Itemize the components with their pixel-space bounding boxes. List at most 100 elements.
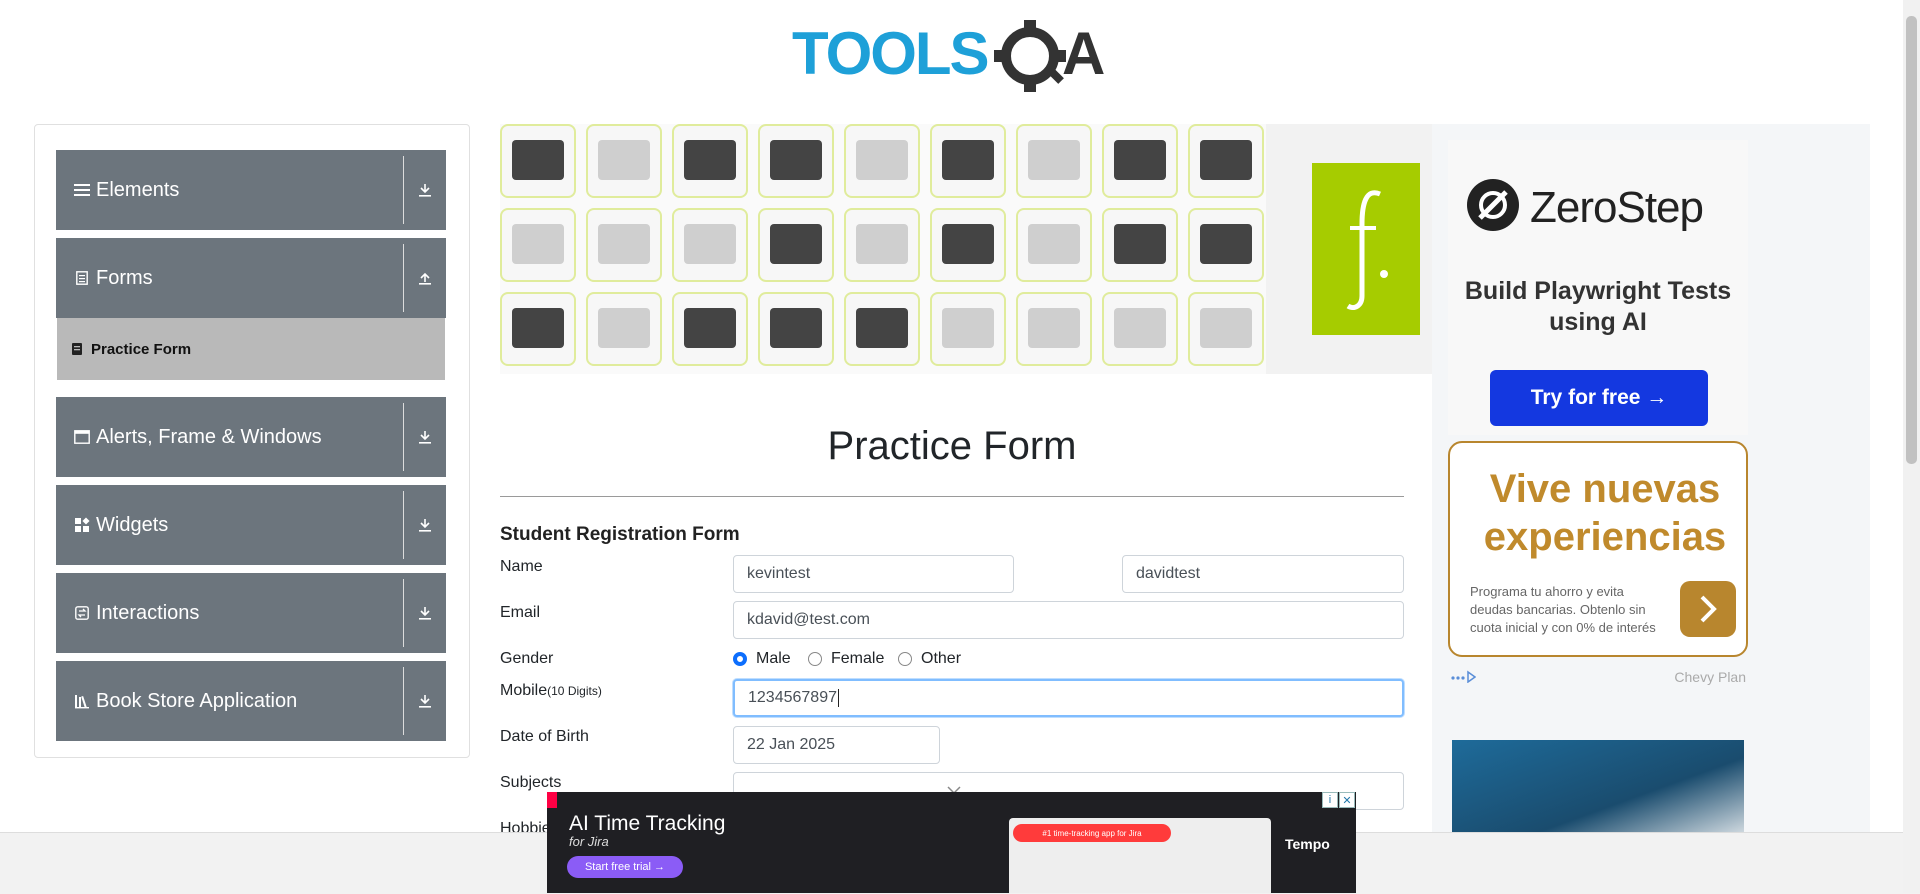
svg-text:A: A [1062, 20, 1105, 87]
try-for-free-button[interactable]: Try for free → [1490, 370, 1708, 426]
appliance-product-grid [500, 124, 1266, 374]
product-tile [758, 292, 834, 366]
gender-radio-male[interactable]: Male [733, 650, 791, 668]
vive-ad-description: Programa tu ahorro y evita deudas bancar… [1470, 584, 1656, 635]
mobile-value: 1234567897 [748, 689, 837, 706]
toolsqa-logo[interactable]: TOOLS A [790, 14, 1120, 94]
divider [403, 403, 404, 471]
product-tile [586, 292, 662, 366]
sidebar-group-label: Widgets [96, 513, 169, 536]
zerostep-logo-icon [1466, 178, 1520, 237]
product-tile [1016, 208, 1092, 282]
download-icon[interactable] [413, 513, 437, 537]
form-icon [71, 342, 85, 356]
download-icon[interactable] [413, 601, 437, 625]
product-tile [1016, 292, 1092, 366]
chevron-right-icon[interactable] [1680, 581, 1736, 637]
text-caret [837, 689, 839, 707]
product-tile [586, 124, 662, 198]
mobile-label: Mobile(10 Digits) [500, 682, 602, 700]
zerostep-brand: ZeroStep [1466, 178, 1704, 237]
download-icon[interactable] [413, 425, 437, 449]
sidebar-group-book-store[interactable]: Book Store Application [56, 661, 446, 741]
mobile-input[interactable]: 1234567897 [733, 679, 1404, 717]
email-label: Email [500, 604, 541, 621]
window-icon [73, 428, 91, 446]
divider [403, 579, 404, 647]
date-of-birth-input[interactable]: 22 Jan 2025 [733, 726, 940, 764]
scrollbar-thumb[interactable] [1906, 16, 1917, 464]
radio-label: Female [831, 650, 885, 667]
sidebar-item-practice-form[interactable]: Practice Form [57, 318, 445, 380]
radio-label: Male [756, 650, 791, 667]
email-input[interactable]: kdavid@test.com [733, 601, 1404, 639]
tempo-bottom-ad[interactable]: AI Time Tracking for Jira Start free tri… [547, 792, 1356, 893]
radio-label: Other [921, 650, 962, 667]
sidebar-item-label: Practice Form [91, 340, 192, 358]
product-tile [930, 208, 1006, 282]
zerostep-name: ZeroStep [1530, 182, 1704, 232]
product-tile [1102, 124, 1178, 198]
page-title: Practice Form [827, 424, 1077, 468]
svg-text:TOOLS: TOOLS [792, 20, 988, 87]
product-tile [586, 208, 662, 282]
product-tile [930, 292, 1006, 366]
ad-info-icon[interactable]: i [1322, 792, 1338, 808]
sidebar-group-interactions[interactable]: Interactions [56, 573, 446, 653]
download-icon[interactable] [413, 689, 437, 713]
start-free-trial-button[interactable]: Start free trial → [567, 856, 683, 878]
ad-accent [547, 792, 557, 808]
subjects-label: Subjects [500, 774, 562, 791]
product-tile [844, 208, 920, 282]
first-name-input[interactable]: kevintest [733, 555, 1014, 593]
product-tile [1188, 208, 1264, 282]
gender-radio-other[interactable]: Other [898, 650, 961, 668]
left-sidebar: Elements Forms Practice Form Alerts, Fra… [34, 124, 470, 758]
product-tile [1188, 292, 1264, 366]
chevy-plan-ad[interactable]: Vive nuevas experiencias Programa tu aho… [1448, 441, 1748, 657]
page-scrollbar[interactable] [1903, 0, 1920, 893]
zerostep-ad[interactable]: ZeroStep Build Playwright Tests using AI… [1448, 140, 1748, 435]
gender-radio-female[interactable]: Female [808, 650, 884, 668]
divider [500, 496, 1404, 497]
document-icon [73, 269, 91, 287]
books-icon [73, 692, 91, 710]
divider [403, 244, 404, 312]
sidebar-group-label: Elements [96, 178, 180, 201]
product-tile [500, 208, 576, 282]
product-tile [758, 124, 834, 198]
radio-selected-icon[interactable] [733, 652, 747, 666]
appliance-banner-ad[interactable] [500, 124, 1432, 374]
sidebar-group-alerts[interactable]: Alerts, Frame & Windows [56, 397, 446, 477]
divider [403, 156, 404, 224]
download-icon[interactable] [413, 178, 437, 202]
tempo-pill: #1 time-tracking app for Jira [1013, 824, 1171, 842]
product-tile [758, 208, 834, 282]
sidebar-group-label: Alerts, Frame & Windows [96, 425, 322, 448]
adchoices-icon[interactable] [1450, 669, 1477, 686]
dob-label: Date of Birth [500, 728, 589, 745]
ad-sponsor[interactable]: Chevy Plan [1674, 669, 1746, 686]
product-tile [1102, 292, 1178, 366]
product-tile [500, 124, 576, 198]
hamburger-icon [73, 181, 91, 199]
last-name-input[interactable]: davidtest [1122, 555, 1404, 593]
upload-icon[interactable] [413, 266, 437, 290]
product-tile [1016, 124, 1092, 198]
sidebar-group-forms[interactable]: Forms [56, 238, 446, 318]
ad-close-icon[interactable]: ✕ [1339, 792, 1355, 808]
business-ad-image[interactable] [1452, 740, 1744, 834]
sidebar-group-label: Interactions [96, 601, 200, 624]
product-tile [844, 292, 920, 366]
sidebar-group-widgets[interactable]: Widgets [56, 485, 446, 565]
falabella-logo [1312, 163, 1420, 335]
radio-unselected-icon[interactable] [898, 652, 912, 666]
product-tile [844, 124, 920, 198]
mobile-label-text: Mobile [500, 682, 548, 699]
tempo-logo: Tempo [1285, 836, 1330, 852]
radio-unselected-icon[interactable] [808, 652, 822, 666]
product-tile [500, 292, 576, 366]
widgets-icon [73, 516, 91, 534]
sidebar-group-elements[interactable]: Elements [56, 150, 446, 230]
vive-ad-title: Vive nuevas experiencias [1483, 467, 1727, 559]
